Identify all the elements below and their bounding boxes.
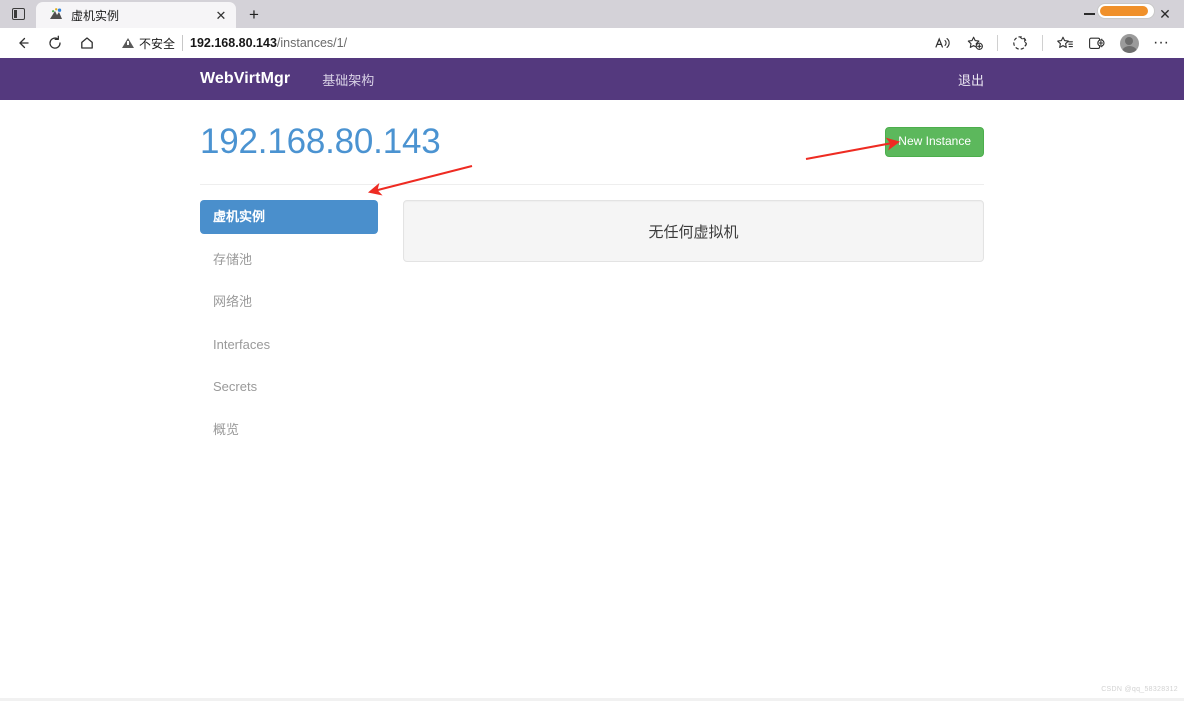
address-bar[interactable]: 不安全 192.168.80.143/instances/1/ xyxy=(110,30,920,56)
back-icon[interactable] xyxy=(8,30,38,56)
tab-strip: 虚机实例 ✕ + ✕ xyxy=(0,0,1184,28)
navbar-right: 退出 xyxy=(958,58,984,100)
toolbar-divider-1 xyxy=(997,35,998,51)
logout-link[interactable]: 退出 xyxy=(958,70,984,89)
page-container: 192.168.80.143 New Instance 虚机实例 存储池 网络池… xyxy=(200,100,984,455)
warning-triangle-icon xyxy=(122,38,134,48)
sidebar-item-interfaces[interactable]: Interfaces xyxy=(200,328,378,362)
toolbar-divider-2 xyxy=(1042,35,1043,51)
sidebar-nav: 虚机实例 存储池 网络池 Interfaces Secrets 概览 xyxy=(200,200,378,455)
highlight-overlay xyxy=(1097,3,1155,19)
settings-more-icon[interactable]: ··· xyxy=(1146,30,1176,56)
app-navbar: WebVirtMgr 基础架构 退出 xyxy=(0,58,1184,100)
sidebar-item-secrets[interactable]: Secrets xyxy=(200,370,378,404)
sidebar-item-network-pools[interactable]: 网络池 xyxy=(200,285,378,319)
web-page: WebVirtMgr 基础架构 退出 192.168.80.143 New In… xyxy=(0,58,1184,701)
highlight-fill xyxy=(1100,6,1148,16)
toolbar-actions: ··· xyxy=(928,30,1176,56)
page-body: 虚机实例 存储池 网络池 Interfaces Secrets 概览 无任何虚拟… xyxy=(200,200,984,455)
favorites-icon[interactable] xyxy=(1050,30,1080,56)
new-instance-button[interactable]: New Instance xyxy=(885,127,984,157)
browser-toolbar: 不安全 192.168.80.143/instances/1/ ··· xyxy=(0,28,1184,58)
refresh-icon[interactable] xyxy=(40,30,70,56)
main-content: 无任何虚拟机 xyxy=(403,200,984,455)
app-brand[interactable]: WebVirtMgr xyxy=(200,70,290,88)
empty-state-panel: 无任何虚拟机 xyxy=(403,200,984,262)
home-icon[interactable] xyxy=(72,30,102,56)
sidebar-item-storage-pools[interactable]: 存储池 xyxy=(200,243,378,277)
url-host: 192.168.80.143 xyxy=(190,36,277,50)
tab-title: 虚机实例 xyxy=(71,8,120,23)
collections-icon[interactable] xyxy=(1082,30,1112,56)
omnibox-divider xyxy=(182,35,184,51)
url-path: /instances/1/ xyxy=(276,36,348,50)
empty-state-message: 无任何虚拟机 xyxy=(648,223,739,241)
security-label: 不安全 xyxy=(139,36,176,51)
browser-window: 虚机实例 ✕ + ✕ 不安全 192.168.80.143/instances/… xyxy=(0,0,1184,701)
csdn-watermark: CSDN @qq_58328312 xyxy=(1101,686,1178,693)
sidebar-item-overview[interactable]: 概览 xyxy=(200,413,378,447)
add-favorite-icon[interactable] xyxy=(960,30,990,56)
sidebar-item-instances[interactable]: 虚机实例 xyxy=(200,200,378,234)
browser-tab[interactable]: 虚机实例 ✕ xyxy=(36,2,236,28)
page-title: 192.168.80.143 xyxy=(200,122,441,161)
url-text: 192.168.80.143/instances/1/ xyxy=(190,36,347,50)
page-header: 192.168.80.143 New Instance xyxy=(200,122,984,185)
tab-actions-icon[interactable] xyxy=(0,0,36,28)
nav-item-infrastructure[interactable]: 基础架构 xyxy=(322,70,374,89)
profile-avatar[interactable] xyxy=(1114,30,1144,56)
new-tab-button[interactable]: + xyxy=(240,2,268,28)
read-aloud-icon[interactable] xyxy=(928,30,958,56)
webvirtmgr-favicon xyxy=(48,7,64,23)
tab-close-icon[interactable]: ✕ xyxy=(212,6,230,24)
sidebar-panel-icon xyxy=(11,8,25,20)
avatar xyxy=(1119,33,1139,53)
split-screen-icon[interactable] xyxy=(1005,30,1035,56)
security-indicator[interactable]: 不安全 xyxy=(122,35,175,52)
